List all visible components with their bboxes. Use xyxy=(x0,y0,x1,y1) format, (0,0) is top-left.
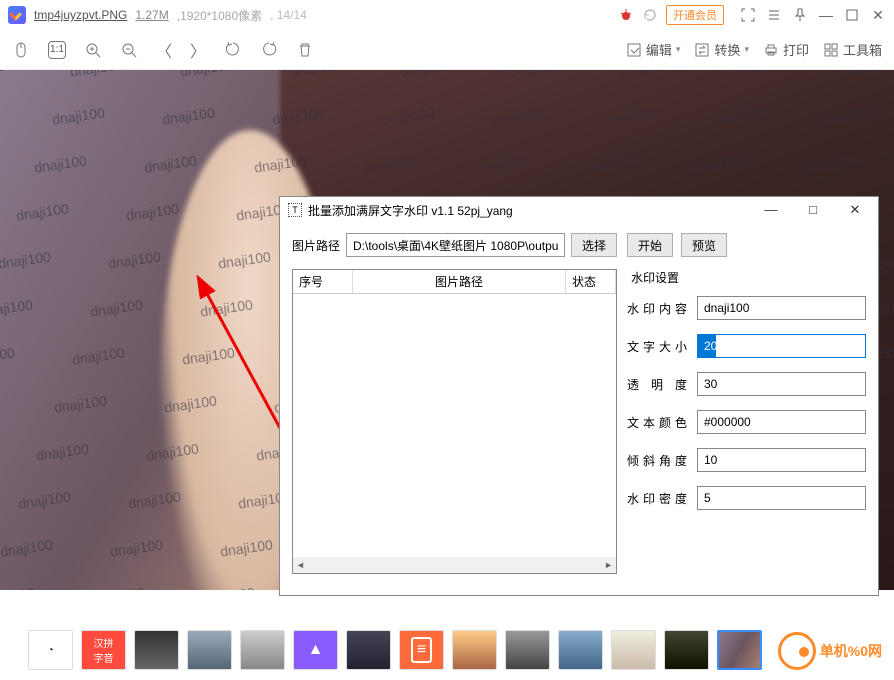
start-button[interactable]: 开始 xyxy=(627,233,673,257)
thumbnail[interactable] xyxy=(134,630,179,670)
rotate-left-icon[interactable] xyxy=(224,41,242,59)
thumbnail-selected[interactable] xyxy=(717,630,762,670)
window-controls: — ✕ xyxy=(740,7,886,23)
menu-icon[interactable] xyxy=(766,7,782,23)
site-logo: 单机%0网 xyxy=(778,632,882,670)
site-logo-icon xyxy=(778,632,816,670)
color-input[interactable] xyxy=(697,410,866,434)
angle-input[interactable] xyxy=(697,448,866,472)
app-logo-icon xyxy=(8,6,26,24)
path-label: 图片路径 xyxy=(292,237,340,254)
mouse-tool-icon[interactable] xyxy=(12,41,30,59)
thumbnail[interactable]: 汉拼字音 xyxy=(81,630,126,670)
select-button[interactable]: 选择 xyxy=(571,233,617,257)
col-status[interactable]: 状态 xyxy=(566,270,616,293)
titlebar: tmp4juyzpvt.PNG 1.27M ,1920*1080像素 , 14/… xyxy=(0,0,894,30)
settings-label: 水印设置 xyxy=(627,269,866,286)
density-label: 水印密度 xyxy=(627,490,687,507)
fontsize-label: 文字大小 xyxy=(627,338,687,355)
delete-icon[interactable] xyxy=(296,41,314,59)
thumbnail[interactable] xyxy=(558,630,603,670)
watermark-dialog: T 批量添加满屏文字水印 v1.1 52pj_yang — □ ✕ 图片路径 选… xyxy=(279,196,879,596)
file-table[interactable]: 序号 图片路径 状态 xyxy=(292,269,617,574)
col-index[interactable]: 序号 xyxy=(293,270,353,293)
zoom-in-icon[interactable] xyxy=(84,41,102,59)
toolbar: 1:1 〈 〉 编辑▾ 转换▾ 打印 工具箱 xyxy=(0,30,894,70)
thumbnail[interactable] xyxy=(187,630,232,670)
convert-button[interactable]: 转换▾ xyxy=(694,40,749,59)
thumbnail[interactable] xyxy=(664,630,709,670)
opacity-input[interactable] xyxy=(697,372,866,396)
print-button[interactable]: 打印 xyxy=(763,40,809,59)
thumbnail[interactable] xyxy=(611,630,656,670)
rotate-right-icon[interactable] xyxy=(260,41,278,59)
content-label: 水印内容 xyxy=(627,300,687,317)
thumbnail[interactable]: ≡ xyxy=(399,630,444,670)
thumbnail[interactable]: ▲ xyxy=(293,630,338,670)
angle-label: 倾斜角度 xyxy=(627,452,687,469)
edit-button[interactable]: 编辑▾ xyxy=(626,40,681,59)
dialog-minimize-icon[interactable]: — xyxy=(756,202,786,218)
filesize: 1.27M xyxy=(135,8,168,22)
member-button[interactable]: 开通会员 xyxy=(666,5,724,25)
site-logo-text: 单机%0网 xyxy=(820,641,882,661)
counter: , 14/14 xyxy=(270,8,307,22)
maximize-icon[interactable] xyxy=(844,7,860,23)
dialog-maximize-icon[interactable]: □ xyxy=(798,202,828,218)
actual-size-icon[interactable]: 1:1 xyxy=(48,41,66,59)
close-icon[interactable]: ✕ xyxy=(870,7,886,23)
preview-button[interactable]: 预览 xyxy=(681,233,727,257)
opacity-label: 透明度 xyxy=(627,376,687,393)
thumbnail-strip: ◔ 汉拼字音 ▲ ≡ xyxy=(0,626,894,674)
col-path[interactable]: 图片路径 xyxy=(353,270,566,293)
pin-icon[interactable] xyxy=(792,7,808,23)
toolbox-button[interactable]: 工具箱 xyxy=(823,40,882,59)
prev-icon[interactable]: 〈 xyxy=(156,38,172,62)
density-input[interactable] xyxy=(697,486,866,510)
horizontal-scrollbar[interactable] xyxy=(293,557,616,573)
color-label: 文本颜色 xyxy=(627,414,687,431)
thumbnail[interactable] xyxy=(505,630,550,670)
thumbnail[interactable] xyxy=(452,630,497,670)
filename[interactable]: tmp4juyzpvt.PNG xyxy=(34,8,127,22)
fontsize-input[interactable] xyxy=(697,334,866,358)
path-input[interactable] xyxy=(346,233,565,257)
thumbnail[interactable]: ◔ xyxy=(28,630,73,670)
dialog-app-icon: T xyxy=(288,203,302,217)
dialog-close-icon[interactable]: ✕ xyxy=(840,202,870,218)
thumbnail[interactable] xyxy=(240,630,285,670)
fullscreen-icon[interactable] xyxy=(740,7,756,23)
next-icon[interactable]: 〉 xyxy=(190,38,206,62)
bug-icon[interactable] xyxy=(618,7,634,23)
dialog-title: 批量添加满屏文字水印 v1.1 52pj_yang xyxy=(308,202,756,219)
content-input[interactable] xyxy=(697,296,866,320)
minimize-icon[interactable]: — xyxy=(818,7,834,23)
refresh-icon[interactable] xyxy=(642,7,658,23)
zoom-out-icon[interactable] xyxy=(120,41,138,59)
thumbnail[interactable] xyxy=(346,630,391,670)
dialog-titlebar[interactable]: T 批量添加满屏文字水印 v1.1 52pj_yang — □ ✕ xyxy=(280,197,878,223)
dimensions: ,1920*1080像素 xyxy=(177,7,262,24)
